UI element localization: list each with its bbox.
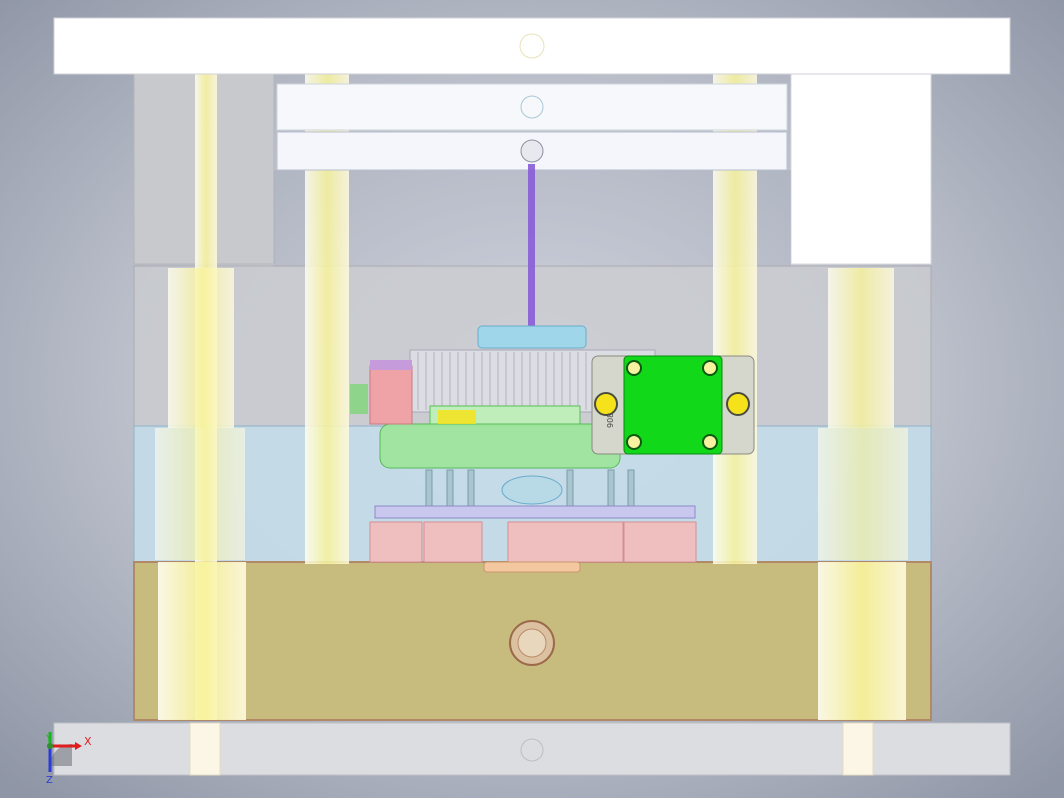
mold-assembly-view[interactable]: 908 X Y Z <box>0 0 1064 798</box>
y-axis-label: Y <box>45 734 52 744</box>
sprue-rod <box>528 164 535 344</box>
bottom-foot-left <box>189 722 221 776</box>
guide-pillar-left-lower <box>158 562 246 720</box>
center-boss <box>501 475 563 505</box>
top-clamp-plate[interactable] <box>53 17 1011 75</box>
sprue-bushing <box>477 325 587 349</box>
guide-bushing-right-upper <box>828 268 894 428</box>
lower-gate <box>483 561 581 573</box>
ejector-retainer-plate[interactable] <box>276 83 788 131</box>
guide-bushing-left-core <box>155 428 245 560</box>
cad-3d-viewport[interactable]: 908 X Y Z <box>0 0 1064 798</box>
ejector-plate-hole <box>520 139 544 163</box>
guide-bushing-right-core <box>818 428 908 560</box>
right-upper-block[interactable] <box>790 73 932 265</box>
left-green-tab <box>350 384 368 414</box>
x-axis-label: X <box>84 735 92 748</box>
red-block-cap <box>370 360 412 370</box>
guide-bushing-left-upper <box>168 268 234 428</box>
z-axis-label: Z <box>46 775 53 786</box>
support-block-boss-inner <box>517 628 547 658</box>
yellow-slot <box>438 410 476 424</box>
block-part-label: 908 <box>606 413 615 428</box>
green-runner-plate[interactable] <box>379 423 621 469</box>
red-insert-block[interactable] <box>369 365 413 425</box>
bottom-foot-right <box>842 722 874 776</box>
purple-stripper-plate[interactable] <box>374 505 696 519</box>
pink-cavity-blocks[interactable] <box>369 521 697 563</box>
guide-pillar-right-lower <box>818 562 906 720</box>
